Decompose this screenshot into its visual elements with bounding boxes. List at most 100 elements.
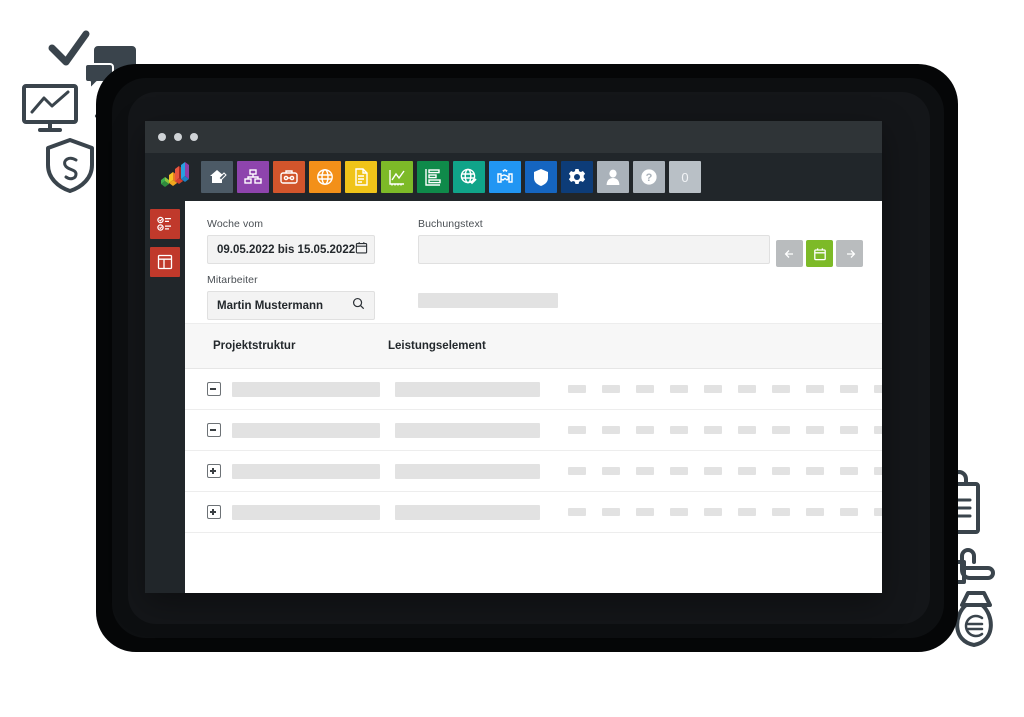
column-leistungselement: Leistungselement: [388, 340, 486, 352]
day-cell[interactable]: [568, 508, 586, 516]
search-icon[interactable]: [352, 297, 365, 315]
toolbar-tile-home-icon[interactable]: [201, 161, 233, 193]
main-toolbar: ? 0: [145, 153, 882, 201]
app-window: ? 0 Woche vom 09.05.2022 bis 15.05.2022 …: [145, 121, 882, 593]
day-cell[interactable]: [704, 467, 722, 475]
timesheet-table: Projektstruktur Leistungselement: [185, 323, 882, 593]
previous-week-button[interactable]: [776, 240, 803, 267]
day-cell[interactable]: [568, 426, 586, 434]
day-cell[interactable]: [636, 426, 654, 434]
day-cell[interactable]: [738, 467, 756, 475]
table-row[interactable]: [185, 410, 882, 451]
day-cell[interactable]: [602, 426, 620, 434]
window-dot-maximize[interactable]: [190, 133, 198, 141]
employee-label: Mitarbeiter: [207, 274, 258, 286]
main-content: Woche vom 09.05.2022 bis 15.05.2022 Mita…: [185, 201, 882, 593]
day-cell[interactable]: [704, 385, 722, 393]
day-cell[interactable]: [806, 426, 824, 434]
day-cell[interactable]: [602, 467, 620, 475]
day-cell[interactable]: [636, 508, 654, 516]
money-bag-euro-icon: [955, 591, 993, 647]
day-cell[interactable]: [806, 385, 824, 393]
week-field-group: Woche vom 09.05.2022 bis 15.05.2022: [207, 218, 375, 264]
day-cell[interactable]: [806, 467, 824, 475]
toolbar-tile-help-icon[interactable]: ?: [633, 161, 665, 193]
toolbar-tile-user-icon[interactable]: [597, 161, 629, 193]
day-cell[interactable]: [704, 508, 722, 516]
toolbar-tile-shield-icon[interactable]: [525, 161, 557, 193]
day-cell[interactable]: [738, 385, 756, 393]
toolbar-tile-handshake-icon[interactable]: [489, 161, 521, 193]
placeholder-bar: [418, 293, 558, 308]
table-header: Projektstruktur Leistungselement: [185, 323, 882, 369]
row-day-cells: [568, 467, 882, 475]
day-cell[interactable]: [840, 385, 858, 393]
row-skeleton-leistung: [395, 381, 540, 397]
day-cell[interactable]: [840, 467, 858, 475]
employee-input[interactable]: Martin Mustermann: [207, 291, 375, 320]
day-cell[interactable]: [874, 426, 882, 434]
day-cell[interactable]: [772, 426, 790, 434]
day-cell[interactable]: [704, 426, 722, 434]
week-navigation-buttons: [776, 240, 863, 267]
day-cell[interactable]: [772, 508, 790, 516]
row-skeleton-projekt: [232, 504, 380, 520]
sidebar-item-tasklist[interactable]: [150, 209, 180, 239]
week-input[interactable]: 09.05.2022 bis 15.05.2022: [207, 235, 375, 264]
window-dot-minimize[interactable]: [174, 133, 182, 141]
day-cell[interactable]: [874, 508, 882, 516]
booking-text-box[interactable]: [418, 235, 770, 264]
calendar-icon[interactable]: [355, 241, 368, 259]
day-cell[interactable]: [806, 508, 824, 516]
employee-value: Martin Mustermann: [217, 299, 324, 312]
toolbar-tile-globe-icon[interactable]: [309, 161, 341, 193]
day-cell[interactable]: [874, 467, 882, 475]
toolbar-tile-gantt-chart-icon[interactable]: [417, 161, 449, 193]
table-row[interactable]: [185, 451, 882, 492]
day-cell[interactable]: [874, 385, 882, 393]
day-cell[interactable]: [568, 385, 586, 393]
day-cell[interactable]: [670, 508, 688, 516]
next-week-button[interactable]: [836, 240, 863, 267]
day-cell[interactable]: [568, 467, 586, 475]
week-value: 09.05.2022 bis 15.05.2022: [217, 243, 356, 256]
toolbar-tile-line-chart-icon[interactable]: [381, 161, 413, 193]
booking-text-input[interactable]: [428, 242, 760, 257]
row-expander-minus[interactable]: [207, 382, 221, 396]
filter-form: Woche vom 09.05.2022 bis 15.05.2022 Mita…: [185, 201, 882, 323]
day-cell[interactable]: [602, 385, 620, 393]
day-cell[interactable]: [602, 508, 620, 516]
table-row[interactable]: [185, 492, 882, 533]
toolbar-tile-globe-check-icon[interactable]: [453, 161, 485, 193]
checkmark-icon: [48, 30, 90, 66]
toolbar-tile-briefcase-icon[interactable]: [273, 161, 305, 193]
column-projektstruktur: Projektstruktur: [213, 340, 296, 352]
row-expander-minus[interactable]: [207, 423, 221, 437]
day-cell[interactable]: [738, 426, 756, 434]
toolbar-tile-document-icon[interactable]: [345, 161, 377, 193]
window-dot-close[interactable]: [158, 133, 166, 141]
toolbar-tile-notification-count[interactable]: 0: [669, 161, 701, 193]
row-day-cells: [568, 508, 882, 516]
app-logo[interactable]: [151, 157, 197, 197]
day-cell[interactable]: [636, 385, 654, 393]
left-sidebar: [145, 201, 185, 593]
sidebar-item-layout[interactable]: [150, 247, 180, 277]
row-skeleton-leistung: [395, 422, 540, 438]
table-row[interactable]: [185, 369, 882, 410]
day-cell[interactable]: [670, 385, 688, 393]
row-expander-plus[interactable]: [207, 505, 221, 519]
window-titlebar: [145, 121, 882, 153]
day-cell[interactable]: [670, 426, 688, 434]
toolbar-tile-org-structure-icon[interactable]: [237, 161, 269, 193]
day-cell[interactable]: [636, 467, 654, 475]
day-cell[interactable]: [738, 508, 756, 516]
day-cell[interactable]: [670, 467, 688, 475]
day-cell[interactable]: [840, 426, 858, 434]
toolbar-tile-gear-icon[interactable]: [561, 161, 593, 193]
day-cell[interactable]: [772, 385, 790, 393]
today-button[interactable]: [806, 240, 833, 267]
day-cell[interactable]: [840, 508, 858, 516]
day-cell[interactable]: [772, 467, 790, 475]
row-expander-plus[interactable]: [207, 464, 221, 478]
